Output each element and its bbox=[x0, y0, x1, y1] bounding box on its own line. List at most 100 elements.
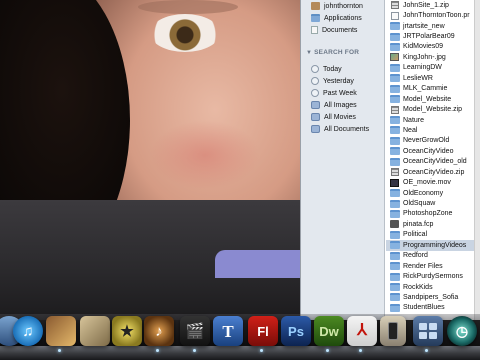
sidebar-item-all-images[interactable]: All Images bbox=[301, 99, 384, 111]
sidebar-item-all-movies[interactable]: All Movies bbox=[301, 111, 384, 123]
file-list-item[interactable]: OldSquaw bbox=[386, 198, 480, 208]
file-list-item[interactable]: ProgrammingVideos bbox=[386, 240, 480, 251]
file-name: Model_Website bbox=[403, 95, 452, 103]
keynote-glyph: T bbox=[222, 321, 234, 341]
time-machine-glyph: ◷ bbox=[455, 323, 469, 339]
running-indicator bbox=[359, 349, 362, 352]
flash-icon[interactable]: Fl bbox=[248, 316, 278, 346]
file-list-item[interactable]: JohnSite_1.zip bbox=[386, 0, 480, 10]
file-name: Model_Website.zip bbox=[403, 106, 463, 114]
disclosure-triangle-icon: ▼ bbox=[306, 49, 313, 56]
sidebar-item-yesterday[interactable]: Yesterday bbox=[301, 75, 384, 87]
sidebar-item-today[interactable]: Today bbox=[301, 63, 384, 75]
file-list-item[interactable]: Render Files bbox=[386, 261, 480, 271]
file-list-item[interactable]: Sandpipers_Sofia bbox=[386, 292, 480, 302]
file-list-item[interactable]: Model_Website bbox=[386, 94, 480, 104]
file-list-item[interactable]: Political bbox=[386, 230, 480, 240]
folder-icon bbox=[390, 293, 400, 302]
sidebar-item-all-documents[interactable]: All Documents bbox=[301, 123, 384, 135]
time-machine-icon[interactable]: ◷ bbox=[447, 316, 477, 346]
file-name: RockKids bbox=[403, 283, 433, 291]
file-name: LeslieWR bbox=[403, 74, 433, 82]
file-name: Redford bbox=[403, 252, 428, 260]
sidebar-item-label: Past Week bbox=[323, 89, 357, 97]
file-list-item[interactable]: JRTPolarBear09 bbox=[386, 31, 480, 41]
file-name: OceanCityVideo_old bbox=[403, 158, 467, 166]
dreamweaver-icon[interactable]: Dw bbox=[314, 316, 344, 346]
sidebar-item-label: Documents bbox=[322, 26, 358, 34]
folder-icon bbox=[390, 74, 400, 83]
iphone-config-glyph bbox=[388, 322, 398, 340]
file-list-scrollbar[interactable] bbox=[474, 0, 480, 320]
file-name: Neal bbox=[403, 126, 418, 134]
file-list-item[interactable]: Model_Website.zip bbox=[386, 104, 480, 114]
file-list-item[interactable]: JohnThorntonToon.pr bbox=[386, 10, 480, 20]
imovie-icon[interactable]: ★ bbox=[112, 316, 142, 346]
folder-icon bbox=[390, 84, 400, 93]
file-list-item[interactable]: KidMovies09 bbox=[386, 42, 480, 52]
file-list-item[interactable]: KingJohn-.jpg bbox=[386, 52, 480, 62]
fcp-icon bbox=[390, 220, 399, 229]
file-list-item[interactable]: MLK_Cammie bbox=[386, 84, 480, 94]
file-list-item[interactable]: Redford bbox=[386, 251, 480, 261]
file-list-item[interactable]: Neal bbox=[386, 125, 480, 135]
acrobat-icon[interactable]: ⅄ bbox=[347, 316, 377, 346]
file-name: JRTPolarBear09 bbox=[403, 33, 455, 41]
iphone-config-icon[interactable] bbox=[380, 316, 406, 346]
folder-icon bbox=[390, 63, 400, 72]
folder-icon bbox=[390, 42, 400, 51]
finder-window: johnthornton Applications Documents ▼ SE… bbox=[300, 0, 480, 320]
file-name: MLK_Cammie bbox=[403, 85, 448, 93]
file-list-item[interactable]: NeverGrowOld bbox=[386, 136, 480, 146]
dock-shelf bbox=[0, 346, 480, 360]
file-list-item[interactable]: OceanCityVideo bbox=[386, 146, 480, 156]
sidebar-item-documents[interactable]: Documents bbox=[301, 24, 384, 36]
file-list-item[interactable]: RickPurdySermons bbox=[386, 271, 480, 281]
file-list-item[interactable]: RockKids bbox=[386, 282, 480, 292]
file-list-item[interactable]: OE_movie.mov bbox=[386, 177, 480, 187]
final-cut-glyph: 🎬 bbox=[185, 322, 205, 340]
running-indicator bbox=[260, 349, 263, 352]
image-capture-icon[interactable] bbox=[46, 316, 76, 346]
search-for-heading[interactable]: ▼ SEARCH FOR bbox=[301, 46, 384, 59]
photoshop-icon[interactable]: Ps bbox=[281, 316, 311, 346]
file-list-item[interactable]: Nature bbox=[386, 115, 480, 125]
folder-icon bbox=[390, 251, 400, 260]
dock: ♫ ★ ♪ 🎬 T Fl Ps Dw ⅄ ◷ bbox=[0, 314, 480, 360]
file-list-item[interactable]: PhotoshopZone bbox=[386, 209, 480, 219]
folder-icon bbox=[390, 32, 400, 41]
file-list-item[interactable]: StudentBlues bbox=[386, 303, 480, 313]
itunes-icon[interactable]: ♫ bbox=[13, 316, 43, 346]
movie-icon bbox=[390, 178, 399, 187]
final-cut-icon[interactable]: 🎬 bbox=[180, 316, 210, 346]
documents-folder-icon bbox=[311, 26, 318, 34]
file-list-item[interactable]: OceanCityVideo_old bbox=[386, 157, 480, 167]
spaces-icon[interactable] bbox=[413, 316, 443, 346]
iphoto-icon[interactable] bbox=[80, 316, 110, 346]
file-list-item[interactable]: OceanCityVideo.zip bbox=[386, 167, 480, 177]
file-name: Render Files bbox=[403, 262, 443, 270]
clock-icon bbox=[311, 65, 319, 73]
keynote-icon[interactable]: T bbox=[213, 316, 243, 346]
garageband-icon[interactable]: ♪ bbox=[144, 316, 174, 346]
zip-icon bbox=[391, 1, 399, 10]
sidebar-item-past-week[interactable]: Past Week bbox=[301, 87, 384, 99]
zip-icon bbox=[391, 168, 399, 177]
file-name: LearningDW bbox=[403, 64, 442, 72]
folder-icon bbox=[390, 230, 400, 239]
sidebar-item-home[interactable]: johnthornton bbox=[301, 0, 384, 12]
acrobat-glyph: ⅄ bbox=[357, 322, 367, 339]
sidebar-item-label: Today bbox=[323, 65, 342, 73]
file-list-item[interactable]: OldEconomy bbox=[386, 188, 480, 198]
file-list-item[interactable]: LearningDW bbox=[386, 63, 480, 73]
file-list-item[interactable]: jrtartsite_new bbox=[386, 21, 480, 31]
folder-icon bbox=[390, 95, 400, 104]
sidebar-item-label: johnthornton bbox=[324, 2, 363, 10]
file-list-item[interactable]: pinata.fcp bbox=[386, 219, 480, 229]
file-list-item[interactable]: LeslieWR bbox=[386, 73, 480, 83]
folder-icon bbox=[390, 199, 400, 208]
sidebar-item-applications[interactable]: Applications bbox=[301, 12, 384, 24]
clock-icon bbox=[311, 89, 319, 97]
folder-icon bbox=[390, 272, 400, 281]
